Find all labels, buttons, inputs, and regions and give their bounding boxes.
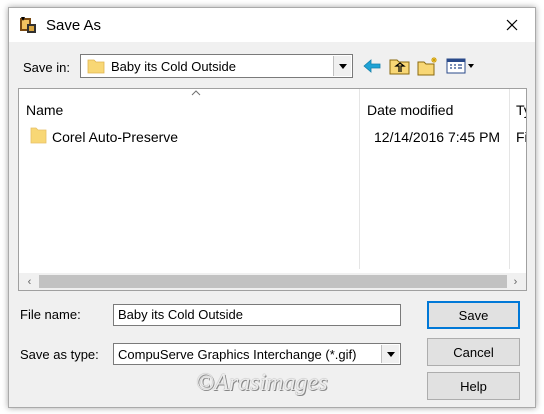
dropdown-arrow-icon[interactable] — [381, 345, 399, 363]
scroll-right-icon[interactable]: › — [507, 274, 524, 289]
folder-icon — [87, 59, 105, 74]
save-in-value: Baby its Cold Outside — [111, 59, 237, 74]
close-button[interactable] — [489, 8, 535, 42]
column-header-name[interactable]: Name — [26, 102, 63, 118]
save-in-label: Save in: — [23, 60, 70, 75]
save-in-dropdown[interactable]: Baby its Cold Outside — [80, 54, 353, 78]
back-arrow-icon[interactable] — [361, 56, 383, 76]
cancel-button[interactable]: Cancel — [427, 338, 520, 366]
view-menu-icon[interactable] — [446, 56, 476, 76]
close-icon — [506, 19, 518, 31]
list-item-name: Corel Auto-Preserve — [52, 129, 179, 145]
file-list[interactable]: Name Date modified Ty Corel Auto-Preserv… — [18, 88, 527, 291]
scrollbar-thumb[interactable] — [39, 275, 507, 288]
file-name-input[interactable]: Baby its Cold Outside — [113, 304, 401, 326]
dropdown-arrow-icon[interactable] — [333, 56, 351, 76]
save-as-type-label: Save as type: — [20, 347, 99, 362]
list-item-type: Fi — [516, 129, 527, 145]
file-name-label: File name: — [20, 307, 81, 322]
new-folder-icon[interactable] — [417, 56, 439, 76]
column-divider[interactable] — [359, 89, 360, 269]
save-as-type-dropdown[interactable]: CompuServe Graphics Interchange (*.gif) — [113, 343, 401, 365]
horizontal-scrollbar[interactable]: ‹ › — [19, 273, 526, 290]
column-header-type[interactable]: Ty — [516, 102, 526, 118]
save-as-type-value: CompuServe Graphics Interchange (*.gif) — [118, 347, 357, 362]
list-item-date: 12/14/2016 7:45 PM — [374, 129, 501, 145]
column-divider[interactable] — [509, 89, 510, 269]
help-button[interactable]: Help — [427, 372, 520, 400]
up-one-level-icon[interactable] — [389, 56, 411, 76]
folder-icon — [30, 127, 47, 144]
save-button[interactable]: Save — [427, 301, 520, 329]
window-title: Save As — [46, 17, 102, 34]
column-header-date-modified[interactable]: Date modified — [367, 102, 453, 118]
save-as-dialog: Save As Save in: Baby its Cold Outside N… — [8, 7, 536, 408]
sort-ascending-icon — [191, 90, 201, 96]
scroll-left-icon[interactable]: ‹ — [21, 274, 38, 289]
title-bar[interactable]: Save As — [9, 8, 535, 42]
paint-app-icon — [20, 17, 36, 33]
